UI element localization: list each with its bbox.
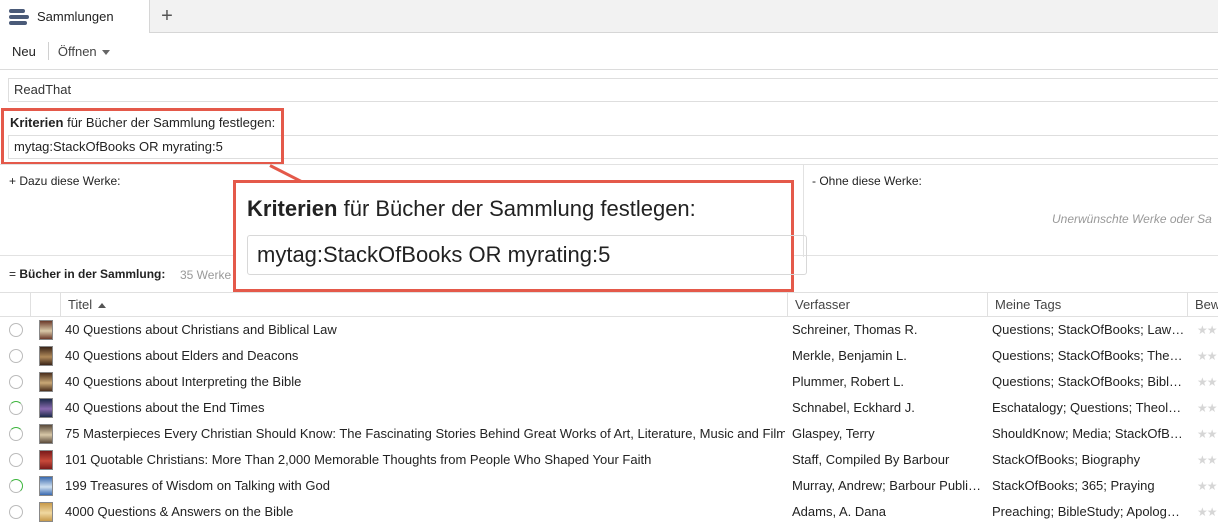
highlight-frame (1, 108, 284, 165)
tab-bar: Sammlungen + (0, 0, 1218, 33)
book-tags: Questions; StackOfBooks; Law… (992, 322, 1185, 337)
chevron-down-icon (101, 49, 110, 55)
book-author: Murray, Andrew; Barbour Publi… (792, 478, 982, 493)
reading-progress-icon (9, 479, 23, 493)
book-tags: Questions; StackOfBooks; The… (992, 348, 1183, 363)
book-tags: Eschatalogy; Questions; Theol… (992, 400, 1182, 415)
book-rating-stars: ★★ (1197, 505, 1218, 519)
reading-progress-icon (9, 427, 23, 441)
book-rating-stars: ★★ (1197, 479, 1218, 493)
tab-collections[interactable]: Sammlungen (0, 0, 150, 33)
column-divider (30, 293, 31, 317)
book-title: 40 Questions about the End Times (65, 400, 265, 415)
callout-label-rest: für Bücher der Sammlung festlegen: (337, 196, 696, 221)
book-title: 199 Treasures of Wisdom on Talking with … (65, 478, 330, 493)
book-rating-stars: ★★ (1197, 427, 1218, 441)
books-label-bold: Bücher in der Sammlung: (19, 267, 166, 281)
callout-criteria-label: Kriterien für Bücher der Sammlung festle… (247, 196, 696, 222)
table-row[interactable]: 40 Questions about Interpreting the Bibl… (0, 369, 1218, 395)
books-count: 35 Werke (180, 268, 232, 282)
book-author: Schreiner, Thomas R. (792, 322, 918, 337)
book-cover-thumbnail (39, 320, 53, 340)
column-header-title-label: Titel (68, 297, 93, 312)
book-title: 4000 Questions & Answers on the Bible (65, 504, 294, 519)
book-author: Glaspey, Terry (792, 426, 875, 441)
include-works-label: + Dazu diese Werke: (9, 174, 121, 188)
book-cover-thumbnail (39, 450, 53, 470)
book-title: 40 Questions about Interpreting the Bibl… (65, 374, 302, 389)
column-header-title[interactable]: Titel (61, 293, 786, 317)
column-header-tags[interactable]: Meine Tags (988, 293, 1186, 317)
book-author: Merkle, Benjamin L. (792, 348, 907, 363)
table-row[interactable]: 75 Masterpieces Every Christian Should K… (0, 421, 1218, 447)
book-title: 40 Questions about Elders and Deacons (65, 348, 299, 363)
book-rating-stars: ★★ (1197, 323, 1218, 337)
book-title: 101 Quotable Christians: More Than 2,000… (65, 452, 652, 467)
books-table: 40 Questions about Christians and Biblic… (0, 317, 1218, 525)
zoom-callout: Kriterien für Bücher der Sammlung festle… (233, 180, 807, 292)
book-author: Adams, A. Dana (792, 504, 886, 519)
book-cover-thumbnail (39, 424, 53, 444)
sort-ascending-icon (98, 303, 107, 309)
callout-criteria-input: mytag:StackOfBooks OR myrating:5 (247, 235, 807, 275)
books-label-prefix: = (9, 267, 20, 281)
books-in-collection-label: = Bücher in der Sammlung: (9, 267, 165, 281)
toolbar: Neu Öffnen (0, 33, 1218, 70)
book-tags: StackOfBooks; 365; Praying (992, 478, 1155, 493)
new-button[interactable]: Neu (0, 44, 48, 59)
table-row[interactable]: 4000 Questions & Answers on the Bible Ada… (0, 499, 1218, 525)
book-rating-stars: ★★ (1197, 375, 1218, 389)
book-tags: Preaching; BibleStudy; Apolog… (992, 504, 1180, 519)
plus-icon[interactable]: + (154, 3, 180, 29)
reading-progress-icon (9, 401, 23, 415)
table-row[interactable]: 199 Treasures of Wisdom on Talking with … (0, 473, 1218, 499)
book-rating-stars: ★★ (1197, 349, 1218, 363)
book-author: Schnabel, Eckhard J. (792, 400, 915, 415)
callout-label-bold: Kriterien (247, 196, 338, 221)
reading-progress-icon (9, 505, 23, 519)
exclude-works-hint[interactable]: Unerwünschte Werke oder Sa (1052, 212, 1212, 226)
table-row[interactable]: 40 Questions about Christians and Biblic… (0, 317, 1218, 343)
exclude-works-label: - Ohne diese Werke: (812, 174, 922, 188)
book-cover-thumbnail (39, 372, 53, 392)
book-title: 75 Masterpieces Every Christian Should K… (65, 426, 785, 441)
book-tags: ShouldKnow; Media; StackOfB… (992, 426, 1183, 441)
book-cover-thumbnail (39, 398, 53, 418)
book-cover-thumbnail (39, 502, 53, 522)
collection-name-input[interactable]: ReadThat (8, 78, 1218, 102)
collections-icon (9, 8, 29, 25)
table-row[interactable]: 40 Questions about Elders and Deacons Mer… (0, 343, 1218, 369)
column-header-author[interactable]: Verfasser (788, 293, 986, 317)
open-menu-button[interactable]: Öffnen (49, 44, 122, 59)
book-title: 40 Questions about Christians and Biblic… (65, 322, 337, 337)
reading-progress-icon (9, 349, 23, 363)
book-rating-stars: ★★ (1197, 453, 1218, 467)
book-tags: StackOfBooks; Biography (992, 452, 1141, 467)
book-tags: Questions; StackOfBooks; Bibl… (992, 374, 1183, 389)
reading-progress-icon (9, 453, 23, 467)
tab-label: Sammlungen (37, 9, 114, 24)
book-cover-thumbnail (39, 476, 53, 496)
book-author: Staff, Compiled By Barbour (792, 452, 950, 467)
reading-progress-icon (9, 323, 23, 337)
reading-progress-icon (9, 375, 23, 389)
book-cover-thumbnail (39, 346, 53, 366)
open-menu-label: Öffnen (57, 43, 97, 59)
column-header-rating[interactable]: Bew (1188, 293, 1218, 317)
book-author: Plummer, Robert L. (792, 374, 904, 389)
table-header: Titel Verfasser Meine Tags Bew (0, 292, 1218, 317)
table-row[interactable]: 101 Quotable Christians: More Than 2,000… (0, 447, 1218, 473)
table-row[interactable]: 40 Questions about the End Times Schnabel… (0, 395, 1218, 421)
book-rating-stars: ★★ (1197, 401, 1218, 415)
